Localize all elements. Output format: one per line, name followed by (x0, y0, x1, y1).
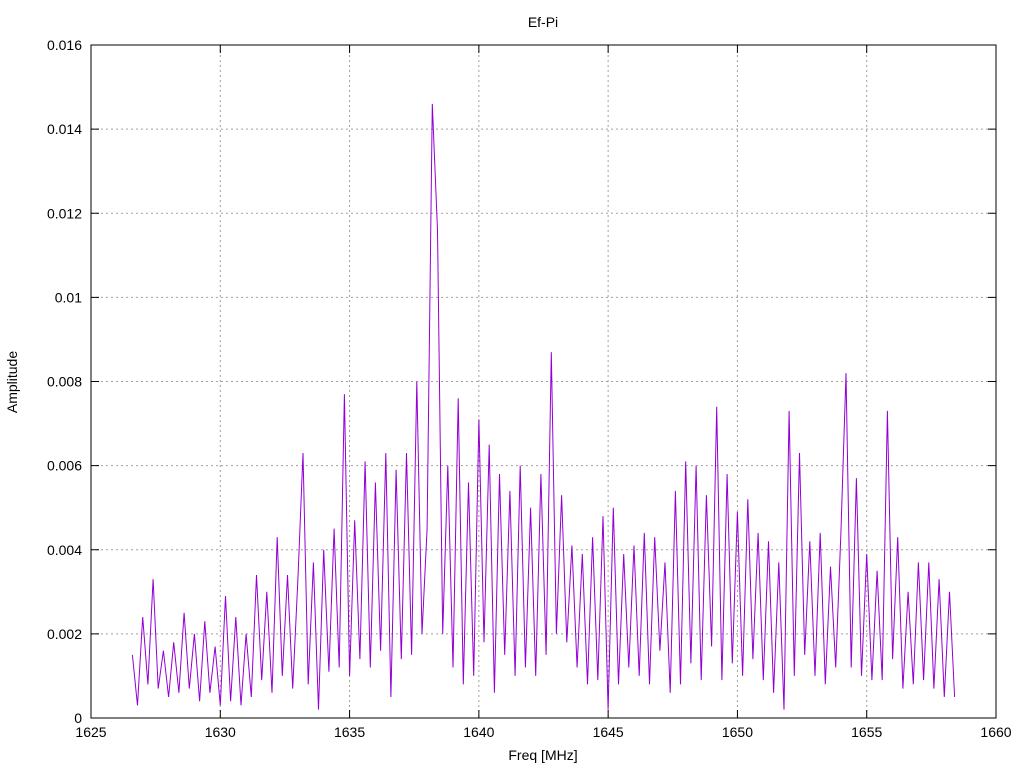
x-tick-labels: 1625 1630 1635 1640 1645 1650 1655 1660 (75, 724, 1011, 740)
x-tick-label: 1655 (851, 724, 882, 740)
x-tick-label: 1645 (593, 724, 624, 740)
x-tick-label: 1650 (722, 724, 753, 740)
y-tick-label: 0.008 (47, 374, 82, 390)
y-tick-label: 0.014 (47, 121, 82, 137)
y-tick-labels: 0 0.002 0.004 0.006 0.008 0.01 0.012 0.014 0.016 (47, 37, 82, 726)
chart: Ef-Pi Freq [MHz] Amplitude 1625 1630 1635 1… (4, 14, 1012, 763)
y-tick-label: 0.016 (47, 37, 82, 53)
y-tick-label: 0.002 (47, 626, 82, 642)
y-axis-label: Amplitude (4, 351, 20, 413)
x-tick-label: 1625 (75, 724, 106, 740)
y-tick-label: 0.004 (47, 542, 82, 558)
series-line-ef-pi (131, 103, 956, 710)
y-tick-label: 0 (74, 710, 82, 726)
x-tick-label: 1635 (334, 724, 365, 740)
x-tick-label: 1640 (463, 724, 494, 740)
y-tick-label: 0.006 (47, 458, 82, 474)
chart-title: Ef-Pi (528, 14, 558, 30)
y-tick-label: 0.01 (55, 289, 82, 305)
x-axis-label: Freq [MHz] (508, 747, 577, 763)
x-tick-label: 1660 (980, 724, 1011, 740)
y-tick-label: 0.012 (47, 205, 82, 221)
x-tick-label: 1630 (205, 724, 236, 740)
